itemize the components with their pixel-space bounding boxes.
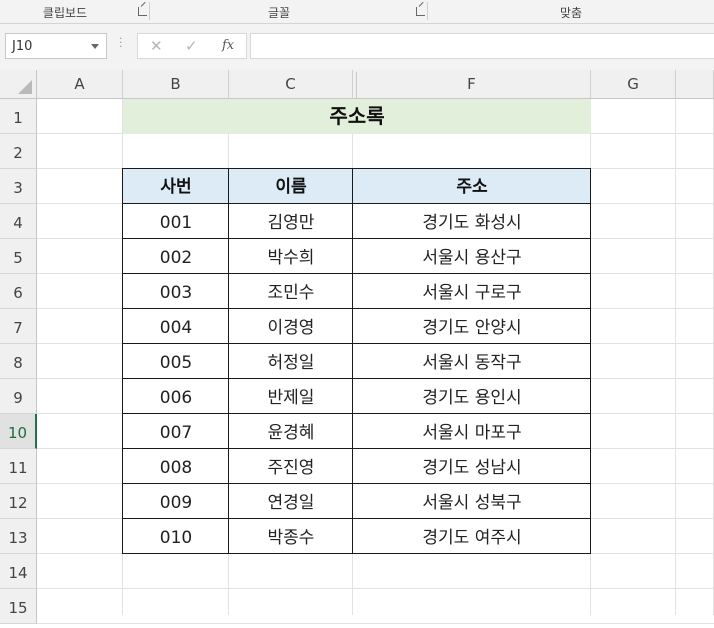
row-header-1[interactable]: 1 (0, 99, 37, 134)
row-header-11[interactable]: 11 (0, 449, 37, 484)
table-border-horizontal (122, 413, 591, 414)
row-header-2[interactable]: 2 (0, 134, 37, 169)
cell-name[interactable]: 윤경혜 (229, 414, 353, 449)
table-border-horizontal (122, 378, 591, 379)
cell-employee-id[interactable]: 005 (123, 344, 229, 379)
cancel-icon[interactable]: ✕ (150, 37, 163, 55)
hidden-columns-marker (356, 72, 357, 98)
cell-address[interactable]: 경기도 용인시 (353, 379, 591, 414)
row-header-15[interactable]: 15 (0, 589, 37, 624)
ribbon-group-label: 클립보드 (42, 6, 88, 20)
ribbon-group-alignment: 맞춤 (428, 0, 714, 24)
column-header-a[interactable]: A (37, 70, 123, 99)
grid-line-horizontal (37, 588, 714, 589)
row-header-12[interactable]: 12 (0, 484, 37, 519)
cell-name[interactable]: 주진영 (229, 449, 353, 484)
row-header-14[interactable]: 14 (0, 554, 37, 589)
row-header-10[interactable]: 10 (0, 414, 37, 449)
ribbon-group-label: 글꼴 (267, 6, 291, 20)
table-border-horizontal (122, 273, 591, 274)
cell-name[interactable]: 박수희 (229, 239, 353, 274)
table-border-vertical (352, 168, 353, 553)
name-box[interactable]: J10 (5, 33, 107, 59)
column-header-b[interactable]: B (123, 70, 229, 99)
cell-address[interactable]: 서울시 동작구 (353, 344, 591, 379)
cell-address[interactable]: 경기도 성남시 (353, 449, 591, 484)
grip-dots-icon[interactable]: · · · (119, 33, 123, 52)
grid-line-vertical (675, 99, 676, 615)
cell-address[interactable]: 경기도 화성시 (353, 204, 591, 239)
column-header-f[interactable]: F (353, 70, 591, 99)
cell-address[interactable]: 경기도 여주시 (353, 519, 591, 554)
cell-employee-id[interactable]: 002 (123, 239, 229, 274)
row-header-3[interactable]: 3 (0, 169, 37, 204)
table-border-horizontal (122, 518, 591, 519)
row-header-7[interactable]: 7 (0, 309, 37, 344)
table-border-vertical (228, 168, 229, 553)
cell-address[interactable]: 서울시 구로구 (353, 274, 591, 309)
cell-employee-id[interactable]: 003 (123, 274, 229, 309)
dialog-launcher-icon[interactable] (416, 7, 425, 16)
column-header-g[interactable]: G (591, 70, 676, 99)
row-header-4[interactable]: 4 (0, 204, 37, 239)
cell-name[interactable]: 박종수 (229, 519, 353, 554)
cell-employee-id[interactable]: 007 (123, 414, 229, 449)
table-border-horizontal (122, 448, 591, 449)
header-cell-name[interactable]: 이름 (229, 169, 353, 204)
cell-employee-id[interactable]: 009 (123, 484, 229, 519)
formula-bar: J10 · · · ✕ ✓ fx (0, 24, 714, 70)
cell-name[interactable]: 허정일 (229, 344, 353, 379)
cell-address[interactable]: 경기도 안양시 (353, 309, 591, 344)
ribbon-group-font: 글꼴 (150, 0, 428, 24)
cell-address[interactable]: 서울시 성북구 (353, 484, 591, 519)
cell-employee-id[interactable]: 004 (123, 309, 229, 344)
row-header-8[interactable]: 8 (0, 344, 37, 379)
cell-name[interactable]: 이경영 (229, 309, 353, 344)
cell-name[interactable]: 조민수 (229, 274, 353, 309)
ribbon-group-bar: 클립보드 글꼴 맞춤 (0, 0, 714, 24)
dialog-launcher-icon[interactable] (138, 7, 147, 16)
cell-employee-id[interactable]: 008 (123, 449, 229, 484)
row-header-5[interactable]: 5 (0, 239, 37, 274)
header-cell-address[interactable]: 주소 (353, 169, 591, 204)
formula-input[interactable] (250, 33, 714, 59)
cell-employee-id[interactable]: 001 (123, 204, 229, 239)
name-box-value: J10 (12, 39, 33, 54)
cell-name[interactable]: 김영만 (229, 204, 353, 239)
sheet-title[interactable]: 주소록 (123, 99, 591, 134)
table-border-horizontal (122, 203, 591, 204)
chevron-down-icon[interactable] (91, 44, 99, 49)
cell-address[interactable]: 서울시 마포구 (353, 414, 591, 449)
header-cell-id[interactable]: 사번 (123, 169, 229, 204)
formula-buttons: ✕ ✓ fx (137, 33, 247, 59)
select-all-button[interactable] (0, 70, 37, 99)
cell-address[interactable]: 서울시 용산구 (353, 239, 591, 274)
row-header-13[interactable]: 13 (0, 519, 37, 554)
table-border-horizontal (122, 343, 591, 344)
cell-employee-id[interactable]: 010 (123, 519, 229, 554)
table-border-horizontal (122, 483, 591, 484)
column-header-c[interactable]: C (229, 70, 353, 99)
enter-icon[interactable]: ✓ (185, 37, 198, 55)
ribbon-group-clipboard: 클립보드 (0, 0, 150, 24)
grid-line-horizontal (37, 623, 714, 624)
table-border-horizontal (122, 238, 591, 239)
worksheet-grid[interactable]: A B C F G 1 2 3 4 5 6 7 8 9 10 11 12 13 14 15 주소록 사번 이름 주소 001 김영… (0, 70, 714, 624)
ribbon-group-label: 맞춤 (559, 6, 583, 20)
insert-function-icon[interactable]: fx (222, 38, 234, 53)
row-header-9[interactable]: 9 (0, 379, 37, 414)
cell-name[interactable]: 연경일 (229, 484, 353, 519)
table-border-horizontal (122, 308, 591, 309)
cell-employee-id[interactable]: 006 (123, 379, 229, 414)
cell-name[interactable]: 반제일 (229, 379, 353, 414)
row-header-6[interactable]: 6 (0, 274, 37, 309)
column-header-extra[interactable] (676, 70, 714, 99)
